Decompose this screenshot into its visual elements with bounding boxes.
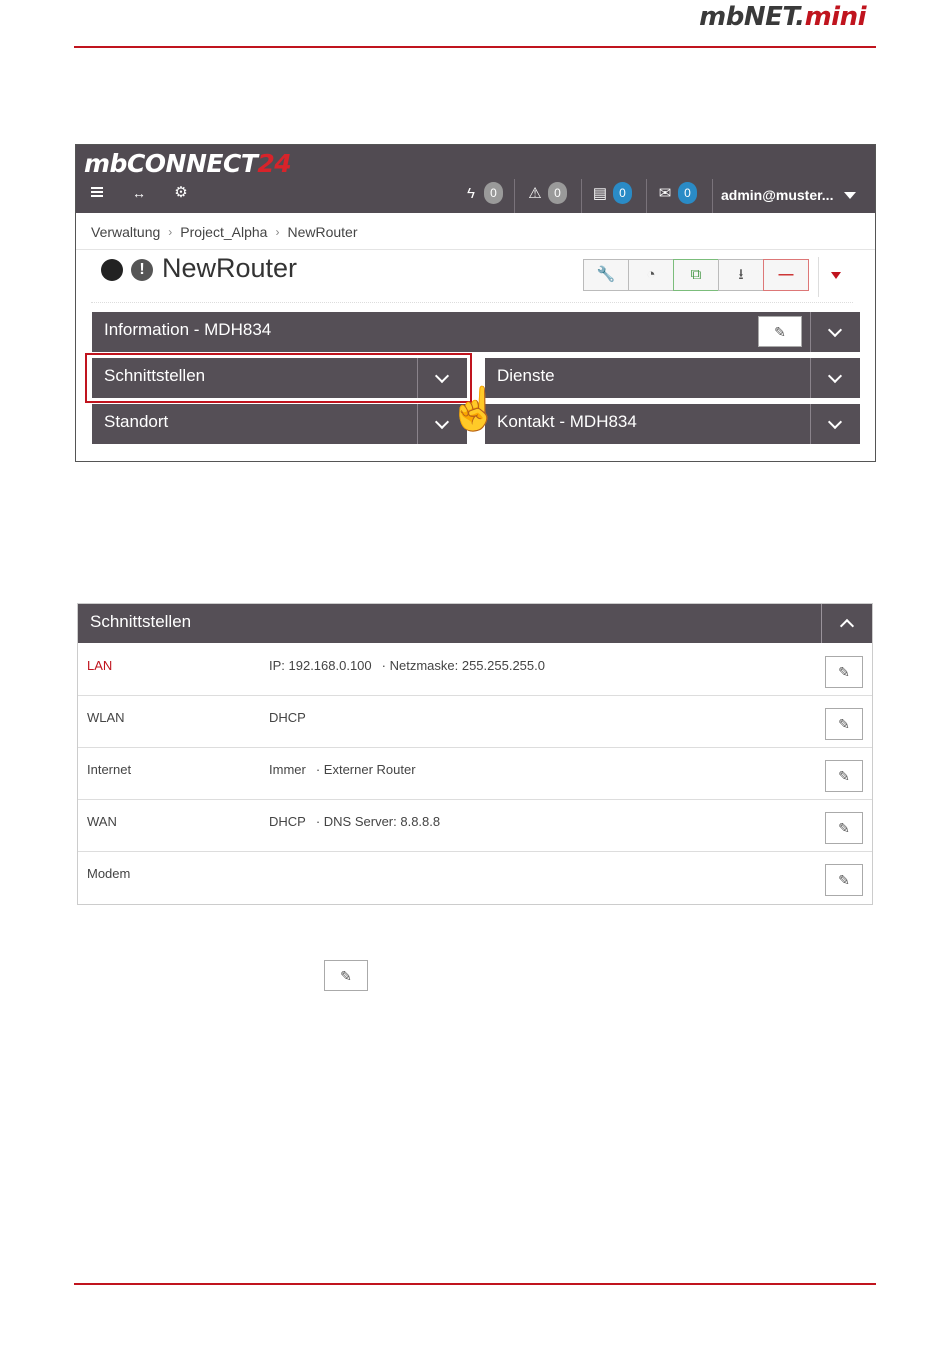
lightning-icon: ϟ (467, 184, 475, 202)
interface-name: WLAN (87, 710, 125, 725)
edit-button[interactable]: ✎ (758, 316, 802, 347)
navbar-divider (514, 179, 515, 213)
panel-title: Dienste (497, 366, 555, 385)
interface-value: DHCP · DNS Server: 8.8.8.8 (269, 814, 441, 829)
brand-logo: mbCONNECT24 (84, 149, 292, 178)
interface-value: IP: 192.168.0.100 · Netzmaske: 255.255.25… (269, 658, 545, 673)
gear-icon[interactable]: ⚙ (172, 185, 190, 201)
edit-button: ✎ (324, 960, 368, 991)
edit-button[interactable]: ✎ (825, 708, 863, 740)
chevron-down-icon[interactable] (810, 312, 860, 352)
panel-title: Standort (104, 412, 169, 431)
table-row: LAN IP: 192.168.0.100 · Netzmaske: 255.25… (78, 644, 872, 696)
chevron-down-icon[interactable] (844, 192, 856, 199)
status-dot-icon (101, 259, 123, 281)
messages-badge: 0 (678, 182, 697, 204)
breadcrumb: Verwaltung › Project_Alpha › NewRouter (91, 224, 357, 240)
interfaces-header[interactable]: Schnittstellen (78, 604, 872, 643)
messages-indicator[interactable]: ✉ 0 (656, 181, 697, 205)
expand-arrows-icon[interactable]: ↔ (130, 185, 148, 201)
interface-value: Immer · Externer Router (269, 762, 416, 777)
download-button[interactable]: ⭳ (718, 259, 764, 291)
navbar-divider (712, 179, 713, 213)
wrench-button[interactable]: 🔧 (583, 259, 629, 291)
highlight-box (85, 353, 472, 403)
panel-title: Information - MDH834 (104, 320, 272, 339)
divider (91, 302, 853, 303)
warning-icon: ⚠ (528, 185, 542, 202)
navbar-divider (646, 179, 647, 213)
interface-name: Internet (87, 762, 132, 777)
panel-location[interactable]: Standort (92, 404, 467, 444)
servers-badge: 0 (613, 182, 632, 204)
chevron-up-icon[interactable] (821, 604, 872, 643)
panel-information[interactable]: Information - MDH834 ✎ (92, 312, 860, 352)
table-row: Internet Immer · Externer Router ✎ (78, 748, 872, 800)
page-title: NewRouter (162, 253, 298, 283)
breadcrumb-item[interactable]: Project_Alpha (180, 224, 267, 240)
table-row: Modem ✎ (78, 852, 872, 904)
chevron-right-icon: › (168, 225, 173, 239)
edit-button[interactable]: ✎ (825, 812, 863, 844)
app-window: mbCONNECT24 ↔ ⚙ ϟ 0 ⚠ 0 ▤ 0 ✉ 0 admin@mu… (75, 144, 876, 462)
divider (76, 249, 875, 250)
user-menu[interactable]: admin@muster... (721, 187, 833, 203)
chevron-right-icon: › (275, 225, 280, 239)
envelope-icon: ✉ (658, 185, 672, 202)
breadcrumb-item: NewRouter (287, 224, 358, 240)
interface-value: DHCP (269, 710, 306, 725)
table-row: WLAN DHCP ✎ (78, 696, 872, 748)
chevron-down-icon[interactable] (810, 358, 860, 398)
breadcrumb-item[interactable]: Verwaltung (91, 224, 160, 240)
divider (818, 257, 819, 297)
alarms-badge: 0 (484, 182, 503, 204)
panel-title: Schnittstellen (90, 612, 192, 631)
panel-title: Kontakt - MDH834 (497, 412, 637, 431)
servers-indicator[interactable]: ▤ 0 (591, 181, 632, 205)
doc-logo: mbNET.mini (699, 2, 866, 32)
dashboard-button[interactable]: ◔ (628, 259, 674, 291)
interface-name: Modem (87, 866, 131, 881)
hand-pointer-icon: ☝ (448, 385, 501, 432)
header-rule (74, 46, 876, 48)
copy-button[interactable]: ⧉ (673, 259, 719, 291)
warnings-indicator[interactable]: ⚠ 0 (526, 181, 567, 205)
panel-contact[interactable]: Kontakt - MDH834 (485, 404, 860, 444)
navbar-divider (581, 179, 582, 213)
edit-button[interactable]: ✎ (825, 864, 863, 896)
alert-icon: ! (131, 259, 153, 281)
warnings-badge: 0 (548, 182, 567, 204)
caret-down-icon[interactable] (831, 272, 841, 279)
table-row: WAN DHCP · DNS Server: 8.8.8.8 ✎ (78, 800, 872, 852)
device-toolbar: 🔧 ◔ ⧉ ⭳ — (583, 259, 809, 291)
edit-button[interactable]: ✎ (825, 760, 863, 792)
interface-name: LAN (87, 658, 113, 673)
interfaces-panel: Schnittstellen LAN IP: 192.168.0.100 · Ne… (77, 603, 873, 905)
interface-name: WAN (87, 814, 117, 829)
edit-button[interactable]: ✎ (825, 656, 863, 688)
chevron-down-icon[interactable] (810, 404, 860, 444)
footer-rule (74, 1283, 876, 1285)
top-navbar: mbCONNECT24 ↔ ⚙ ϟ 0 ⚠ 0 ▤ 0 ✉ 0 admin@mu… (76, 145, 875, 213)
server-icon: ▤ (592, 185, 608, 202)
panel-services[interactable]: Dienste (485, 358, 860, 398)
interface-value (269, 866, 279, 881)
alarms-indicator[interactable]: ϟ 0 (462, 181, 503, 205)
menu-icon[interactable] (88, 185, 106, 199)
remove-button[interactable]: — (763, 259, 809, 291)
